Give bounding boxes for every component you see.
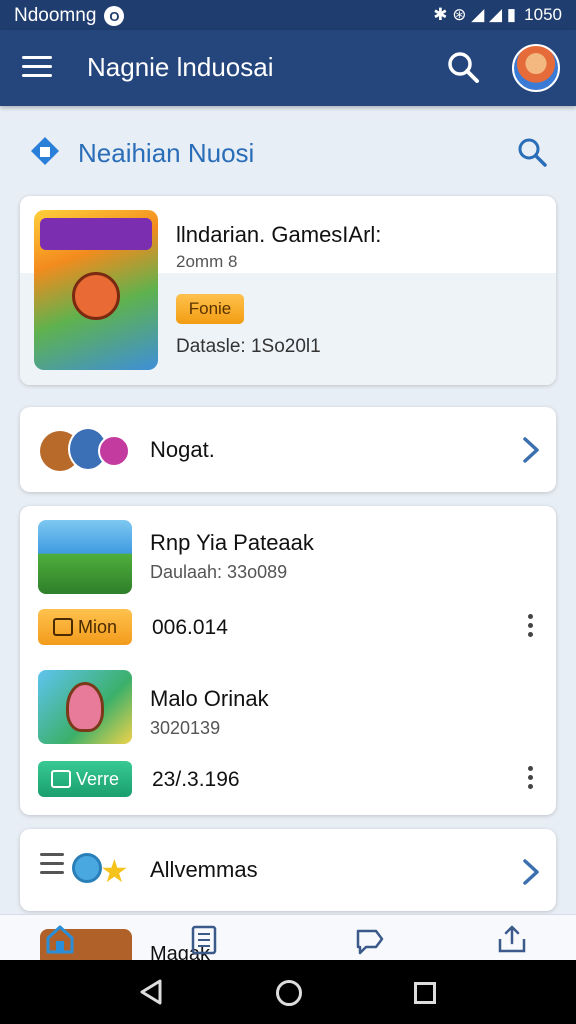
chat-icon[interactable]: [354, 925, 386, 955]
game-list-card: Rnp Yia Pateaak Daulaah: 33o089 Mion 006…: [20, 506, 556, 815]
star-icon: ★: [100, 853, 129, 889]
featured-card[interactable]: llndarian. GamesIArl: 2omm 8 Fonie Datas…: [20, 196, 556, 385]
featured-date: Datasle: 1So20l1: [176, 336, 321, 357]
notification-icon: O: [104, 6, 125, 26]
system-nav-bar: [0, 960, 576, 1024]
list-item-title[interactable]: Malo Orinak: [150, 686, 269, 712]
featured-title: llndarian. GamesIArl:: [176, 222, 382, 247]
menu-icon[interactable]: [22, 56, 52, 80]
status-left: Ndoomng O: [14, 5, 125, 27]
game-art-character: [72, 272, 120, 320]
game-thumbnail[interactable]: [38, 520, 132, 594]
kebab-icon[interactable]: [524, 614, 536, 640]
status-right: ✱ ⊛ ◢ ◢ ▮ 1050: [433, 5, 562, 25]
app-title: Nagnie lnduosai: [87, 52, 274, 82]
box-icon: [52, 618, 73, 636]
kebab-icon[interactable]: [524, 766, 536, 792]
game-thumbnail[interactable]: [38, 670, 132, 744]
all-label: Allvemmas: [150, 857, 258, 882]
game-art-banner: [40, 218, 152, 250]
document-icon[interactable]: [190, 925, 218, 955]
section-search-icon[interactable]: [516, 136, 548, 168]
list-item-pill[interactable]: Mion: [38, 609, 132, 645]
home-circle-icon[interactable]: [276, 980, 302, 1006]
featured-game-art: [34, 210, 158, 370]
list-icon: ★: [40, 853, 134, 893]
character-art: [66, 682, 104, 732]
all-games-row[interactable]: ★ Allvemmas: [20, 829, 556, 911]
recents-icon[interactable]: [414, 982, 436, 1004]
list-item-subtitle: Daulaah: 33o089: [150, 562, 288, 582]
pill-label: Verre: [75, 768, 120, 789]
list-item-pill[interactable]: Verre: [38, 761, 132, 797]
bottom-nav: Magak: [0, 914, 576, 960]
status-icons: ✱ ⊛ ◢ ◢ ▮: [433, 5, 517, 24]
home-diamond-icon: [31, 137, 59, 165]
box-icon: [50, 770, 71, 788]
share-icon[interactable]: [496, 923, 528, 955]
chevron-right-icon[interactable]: [520, 857, 542, 887]
back-icon[interactable]: [138, 978, 164, 1006]
list-item-subtitle: 3020139: [150, 718, 221, 738]
list-item-value: 23/.3.196: [152, 768, 240, 791]
search-icon[interactable]: [446, 50, 480, 84]
list-item-title[interactable]: Rnp Yia Pateaak: [150, 530, 314, 556]
status-app-name: Ndoomng: [14, 5, 97, 26]
nogat-row[interactable]: Nogat.: [20, 407, 556, 492]
chevron-right-icon[interactable]: [520, 435, 542, 465]
gear-icon: [72, 853, 102, 883]
featured-badge[interactable]: Fonie: [176, 294, 244, 324]
status-bar: Ndoomng O ✱ ⊛ ◢ ◢ ▮ 1050: [0, 0, 576, 30]
featured-subtitle: 2omm 8: [176, 252, 238, 271]
status-time: 1050: [524, 5, 562, 24]
list-item-value: 006.014: [152, 616, 228, 639]
home-icon[interactable]: [44, 923, 76, 955]
group-avatars-icon: [40, 425, 132, 475]
avatar[interactable]: [512, 44, 560, 92]
nogat-label: Nogat.: [150, 437, 215, 462]
pill-label: Mion: [77, 616, 117, 637]
section-title: Neaihian Nuosi: [78, 138, 255, 168]
app-bar: Nagnie lnduosai: [0, 30, 576, 106]
